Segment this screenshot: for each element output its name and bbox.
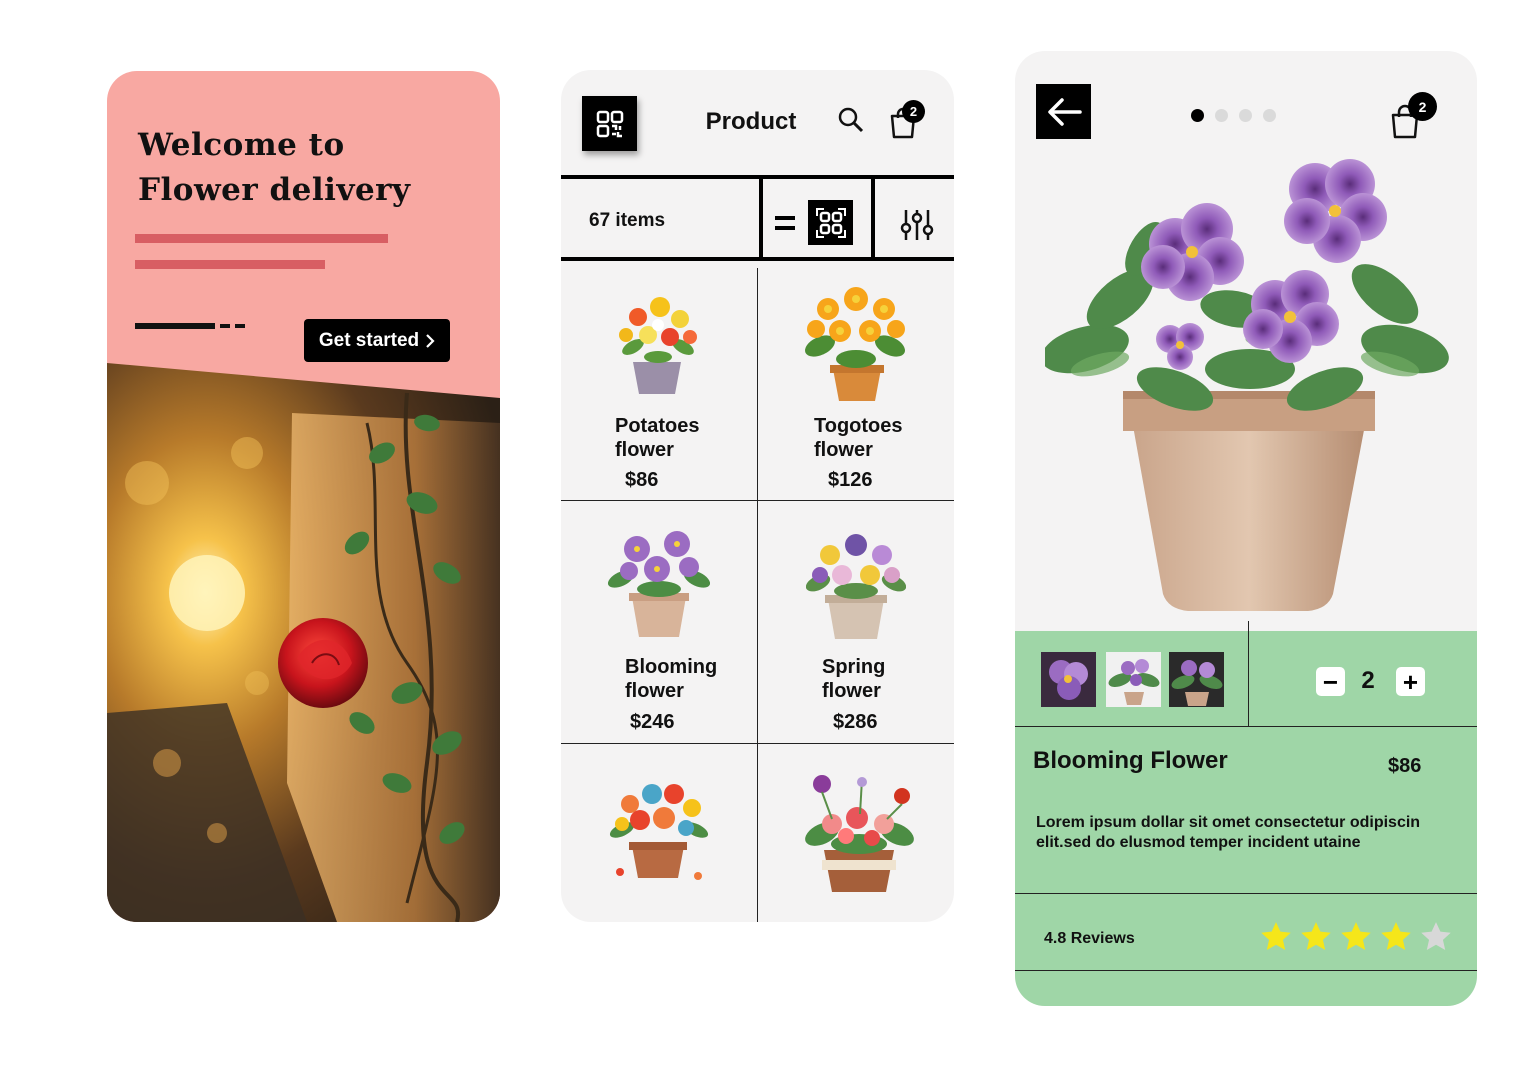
product-price: $126 [828, 469, 873, 491]
quantity-value: 2 [1361, 667, 1375, 694]
product-list-screen: Product 2 67 items Potatoes flower $86 T… [561, 70, 954, 922]
product-price: $86 [1388, 755, 1422, 777]
star-filled-icon [1261, 922, 1291, 951]
product-name: Spring flower [822, 656, 886, 702]
back-button[interactable] [1036, 84, 1091, 139]
flower-pot-image [805, 287, 905, 401]
arrow-left-icon [1047, 97, 1082, 126]
product-price: $86 [625, 469, 659, 491]
reviews-count: 4.8 Reviews [1044, 930, 1135, 947]
product-card[interactable]: Potatoes flower $86 [561, 269, 757, 500]
star-empty-icon [1421, 922, 1451, 951]
cart-button[interactable]: 2 [1390, 92, 1437, 139]
carousel-dots [1191, 109, 1276, 122]
product-detail-screen: 2 − 2 + Blooming Flower $86 Lorem ipsum … [1015, 51, 1477, 1006]
product-name: Blooming Flower [1033, 747, 1228, 774]
flower-pot-image [609, 784, 709, 880]
list-view-icon[interactable] [775, 216, 795, 230]
product-thumbnail[interactable] [1169, 652, 1224, 707]
cart-count-badge: 2 [1408, 92, 1437, 121]
star-filled-icon [1381, 922, 1411, 951]
product-card[interactable]: Spring flower $286 [758, 501, 954, 743]
product-price: $286 [833, 711, 878, 733]
divider [1248, 621, 1249, 726]
product-thumbnail[interactable] [1041, 652, 1096, 707]
page-indicator [235, 324, 245, 328]
product-card[interactable] [758, 744, 954, 922]
product-price: $246 [630, 711, 675, 733]
decrement-button[interactable]: − [1316, 667, 1345, 696]
page-indicator-active [135, 323, 215, 329]
cart-count-badge: 2 [902, 100, 925, 123]
product-name: Togotoes flower [814, 415, 903, 461]
carousel-dot[interactable] [1263, 109, 1276, 122]
welcome-title-line2: Flower delivery [138, 172, 411, 208]
search-icon[interactable] [837, 106, 865, 134]
carousel-dot[interactable] [1215, 109, 1228, 122]
flower-pot-image [806, 534, 906, 639]
product-description: Lorem ipsum dollar sit omet consectetur … [1036, 814, 1421, 851]
items-count: 67 items [589, 210, 666, 231]
divider [759, 175, 763, 261]
product-name: Potatoes flower [615, 415, 700, 461]
placeholder-line [135, 234, 388, 243]
get-started-button[interactable]: Get started [304, 319, 450, 362]
divider [1015, 726, 1477, 727]
page-title: Product [705, 108, 797, 135]
page-indicator [220, 324, 230, 328]
flower-pot-image [805, 775, 914, 892]
star-filled-icon [1341, 922, 1371, 951]
carousel-dot[interactable] [1191, 109, 1204, 122]
divider [1015, 970, 1477, 971]
rose-wall-photo [107, 363, 500, 922]
product-thumbnail[interactable] [1106, 652, 1161, 707]
star-filled-icon [1301, 922, 1331, 951]
grid-view-icon [815, 207, 846, 238]
welcome-screen: Welcome to Flower delivery Get started [107, 71, 500, 922]
filter-sliders-icon[interactable] [899, 207, 935, 243]
product-name: Blooming flower [625, 656, 718, 702]
divider [871, 175, 875, 261]
welcome-title-line1: Welcome to [138, 127, 345, 163]
product-card[interactable]: Togotoes flower $126 [758, 269, 954, 500]
product-card[interactable] [561, 744, 757, 922]
product-hero-image [1045, 159, 1449, 611]
carousel-dot[interactable] [1239, 109, 1252, 122]
product-card[interactable]: Blooming flower $246 [561, 501, 757, 743]
flower-pot-image [619, 297, 697, 394]
increment-button[interactable]: + [1396, 667, 1425, 696]
cart-button[interactable]: 2 [888, 100, 928, 140]
chevron-right-icon [426, 333, 435, 348]
welcome-title: Welcome to Flower delivery [138, 123, 411, 213]
get-started-label: Get started [318, 329, 420, 351]
placeholder-line [135, 260, 325, 269]
rating-stars [1259, 920, 1453, 954]
flower-pot-image [607, 531, 711, 637]
grid-view-button[interactable] [808, 200, 853, 245]
divider [1015, 893, 1477, 894]
